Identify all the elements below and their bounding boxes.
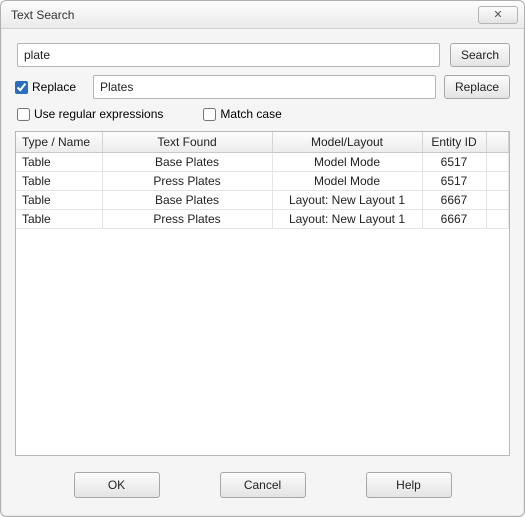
cell-model: Layout: New Layout 1 — [272, 191, 422, 210]
cell-pad — [486, 172, 509, 191]
close-icon: ✕ — [493, 8, 502, 21]
search-input[interactable] — [17, 43, 440, 67]
replace-checkbox[interactable]: Replace — [15, 80, 85, 94]
cell-type: Table — [16, 191, 102, 210]
cell-model: Model Mode — [272, 153, 422, 172]
table-row[interactable]: TablePress PlatesModel Mode6517 — [16, 172, 509, 191]
replace-button[interactable]: Replace — [444, 75, 510, 99]
help-button[interactable]: Help — [366, 472, 452, 498]
col-header-text[interactable]: Text Found — [102, 132, 272, 153]
dialog-content: Search Replace Replace Use regular expre… — [1, 29, 524, 516]
replace-checkbox-label: Replace — [32, 80, 76, 94]
cell-type: Table — [16, 172, 102, 191]
ok-button[interactable]: OK — [74, 472, 160, 498]
cell-text: Base Plates — [102, 153, 272, 172]
text-search-dialog: Text Search ✕ Search Replace Replace Use… — [0, 0, 525, 517]
options-row: Use regular expressions Match case — [15, 107, 510, 121]
cell-model: Model Mode — [272, 172, 422, 191]
col-header-entity[interactable]: Entity ID — [422, 132, 486, 153]
cell-type: Table — [16, 153, 102, 172]
regex-checkbox-input[interactable] — [17, 108, 30, 121]
table-row[interactable]: TableBase PlatesModel Mode6517 — [16, 153, 509, 172]
table-row[interactable]: TableBase PlatesLayout: New Layout 16667 — [16, 191, 509, 210]
cell-text: Press Plates — [102, 172, 272, 191]
cell-text: Base Plates — [102, 191, 272, 210]
close-button[interactable]: ✕ — [478, 6, 518, 24]
cell-type: Table — [16, 210, 102, 229]
cell-text: Press Plates — [102, 210, 272, 229]
regex-checkbox-label: Use regular expressions — [34, 107, 163, 121]
table-row[interactable]: TablePress PlatesLayout: New Layout 1666… — [16, 210, 509, 229]
cell-model: Layout: New Layout 1 — [272, 210, 422, 229]
results-table: Type / Name Text Found Model/Layout Enti… — [16, 132, 509, 229]
cell-pad — [486, 210, 509, 229]
results-table-wrap: Type / Name Text Found Model/Layout Enti… — [15, 131, 510, 456]
cell-entity: 6517 — [422, 172, 486, 191]
cell-pad — [486, 153, 509, 172]
col-header-model[interactable]: Model/Layout — [272, 132, 422, 153]
matchcase-checkbox-label: Match case — [220, 107, 281, 121]
search-button[interactable]: Search — [450, 43, 510, 67]
window-title: Text Search — [11, 8, 478, 22]
replace-checkbox-input[interactable] — [15, 81, 28, 94]
matchcase-checkbox-input[interactable] — [203, 108, 216, 121]
dialog-button-row: OK Cancel Help — [15, 456, 510, 506]
titlebar: Text Search ✕ — [1, 1, 524, 29]
search-row: Search — [15, 43, 510, 67]
table-header-row: Type / Name Text Found Model/Layout Enti… — [16, 132, 509, 153]
matchcase-checkbox[interactable]: Match case — [203, 107, 281, 121]
replace-row: Replace Replace — [15, 75, 510, 99]
col-header-pad — [486, 132, 509, 153]
cell-entity: 6667 — [422, 210, 486, 229]
cell-pad — [486, 191, 509, 210]
cell-entity: 6517 — [422, 153, 486, 172]
cancel-button[interactable]: Cancel — [220, 472, 306, 498]
replace-input[interactable] — [93, 75, 436, 99]
regex-checkbox[interactable]: Use regular expressions — [17, 107, 163, 121]
cell-entity: 6667 — [422, 191, 486, 210]
col-header-type[interactable]: Type / Name — [16, 132, 102, 153]
